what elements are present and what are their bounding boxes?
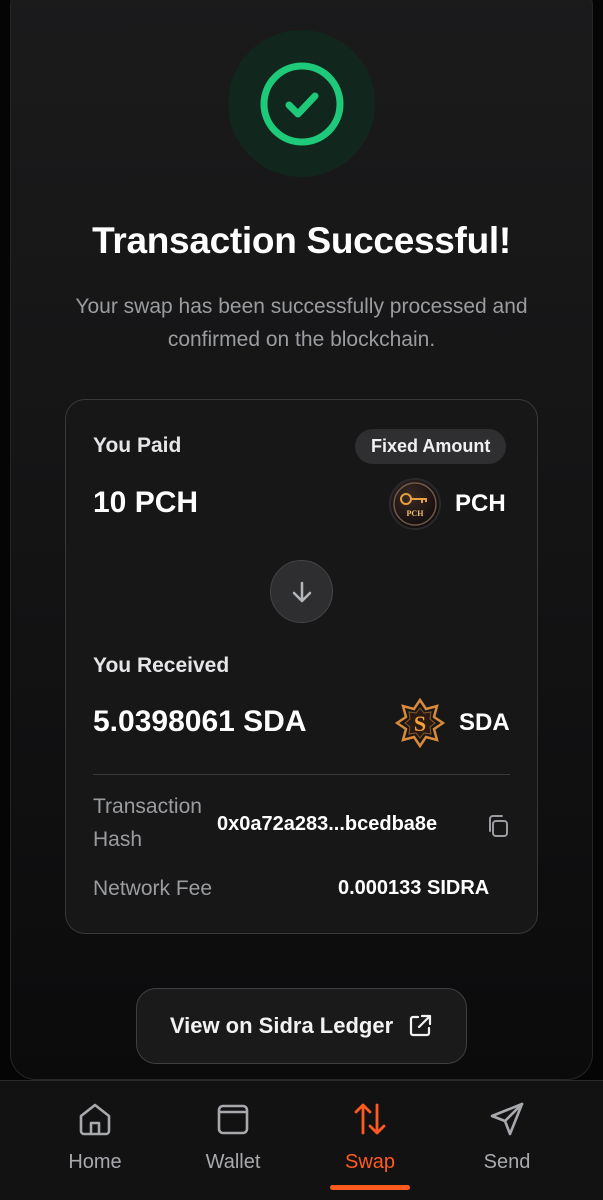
- received-amount: 5.0398061 SDA: [93, 705, 307, 738]
- page-subtitle: Your swap has been successfully processe…: [75, 295, 528, 351]
- nav-item-send[interactable]: Send: [447, 1099, 567, 1179]
- external-link-icon: [410, 1014, 432, 1037]
- received-token: S SDA: [395, 698, 510, 748]
- nav-label-wallet: Wallet: [205, 1151, 261, 1173]
- screen: Transaction Successful! Your swap has be…: [0, 0, 603, 1200]
- pch-token-logo: PCH: [389, 478, 441, 530]
- nav-label-home: Home: [68, 1151, 122, 1173]
- svg-text:S: S: [414, 711, 426, 736]
- transaction-hash-label: Transaction Hash: [93, 795, 202, 851]
- nav-item-swap[interactable]: Swap: [310, 1099, 430, 1179]
- copy-icon[interactable]: [484, 812, 512, 840]
- swap-icon: [354, 1103, 386, 1135]
- swap-direction-indicator: [270, 560, 333, 623]
- nav-item-home[interactable]: Home: [35, 1099, 155, 1179]
- wallet-icon: [217, 1104, 249, 1135]
- paid-label: You Paid: [93, 434, 182, 457]
- view-on-ledger-button[interactable]: View on Sidra Ledger: [136, 988, 467, 1064]
- view-on-ledger-label: View on Sidra Ledger: [169, 1013, 394, 1038]
- nav-label-swap: Swap: [344, 1151, 396, 1173]
- paid-token-name: PCH: [455, 490, 506, 517]
- arrow-down-icon: [292, 581, 311, 602]
- send-icon: [490, 1102, 524, 1136]
- check-circle-icon: [260, 62, 343, 145]
- received-label: You Received: [93, 654, 230, 677]
- network-fee-label: Network Fee: [93, 877, 213, 900]
- bottom-nav: Home Wallet Swap Send: [0, 1080, 603, 1200]
- sda-token-logo: S: [395, 698, 445, 748]
- home-icon: [79, 1103, 111, 1136]
- page-title: Transaction Successful!: [92, 220, 511, 261]
- key-icon: PCH: [393, 482, 437, 526]
- divider: [93, 774, 510, 775]
- received-token-name: SDA: [459, 709, 510, 736]
- transaction-hash-value: 0x0a72a283...bcedba8e: [217, 813, 438, 835]
- active-tab-indicator: [330, 1185, 410, 1190]
- paid-token: PCH PCH: [389, 478, 506, 530]
- fixed-amount-badge: Fixed Amount: [355, 429, 507, 464]
- paid-amount: 10 PCH: [93, 486, 199, 519]
- svg-text:PCH: PCH: [407, 509, 425, 518]
- nav-item-wallet[interactable]: Wallet: [173, 1099, 293, 1179]
- success-badge: [228, 30, 375, 177]
- network-fee-value: 0.000133 SIDRA: [338, 877, 490, 899]
- swap-summary-card: You Paid Fixed Amount 10 PCH PCH PCH You…: [65, 399, 538, 934]
- nav-label-send: Send: [483, 1151, 531, 1173]
